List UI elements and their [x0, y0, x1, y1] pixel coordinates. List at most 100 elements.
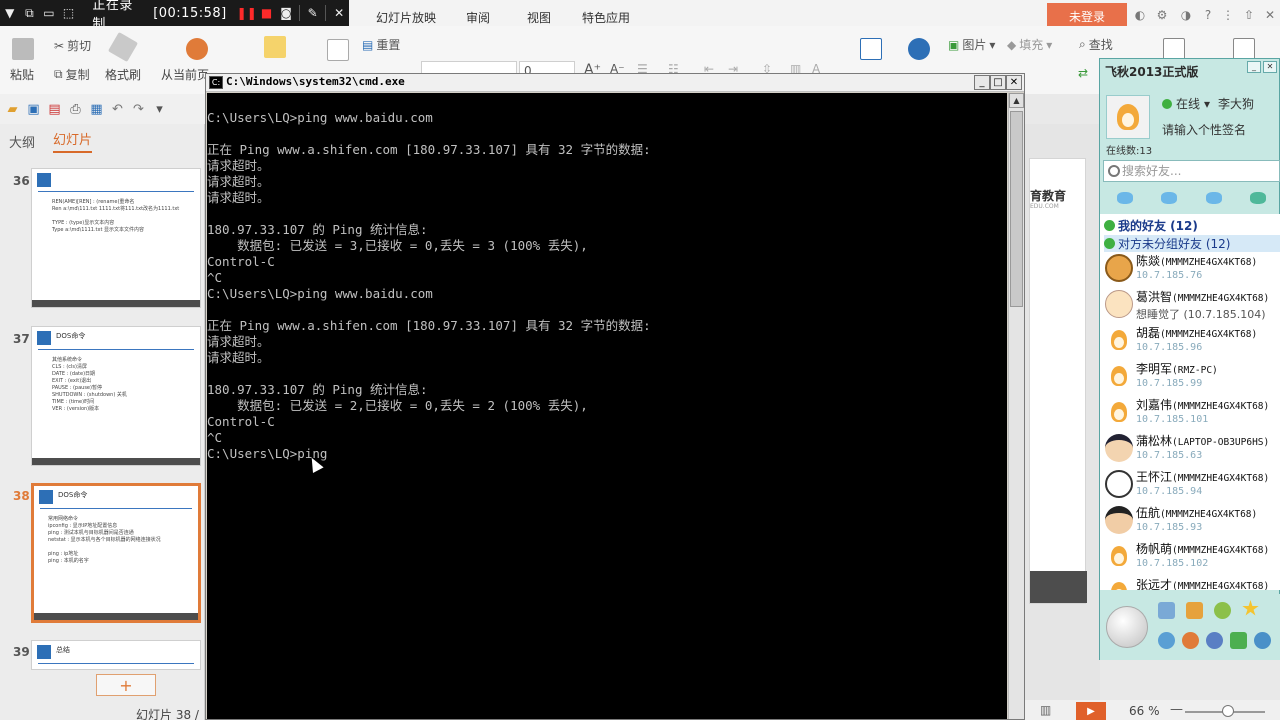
shapes-icon[interactable] [908, 38, 930, 60]
star-icon[interactable] [1242, 600, 1259, 616]
scroll-thumb[interactable] [1010, 111, 1023, 307]
add-slide-button[interactable]: + [96, 674, 156, 696]
tab-special[interactable]: 特色应用 [582, 9, 630, 26]
print-preview-icon[interactable]: ▤ [46, 101, 63, 118]
slide-thumbnail-39[interactable]: 总结 [31, 640, 201, 670]
export-icon[interactable]: ▦ [88, 101, 105, 118]
cmd-console[interactable]: C:\Users\LQ>ping www.baidu.com 正在 Ping w… [207, 93, 1007, 719]
select-pane-icon[interactable] [1163, 38, 1185, 60]
menu-arrow-icon[interactable]: ▼ [0, 0, 20, 26]
friend-item[interactable]: 王怀江(MMMMZHE4GX4KT68) 10.7.185.94 [1100, 467, 1280, 503]
help-icon[interactable]: ? [1200, 7, 1216, 23]
new-slide-icon[interactable] [264, 36, 286, 58]
copy-button[interactable]: ⧉ 复制 [54, 66, 90, 83]
group-chat-icon[interactable] [1161, 192, 1178, 204]
friend-item[interactable]: 蒲松林(LAPTOP-OB3UP6HS) 10.7.185.63 [1100, 431, 1280, 467]
close-icon[interactable]: ✕ [329, 0, 349, 26]
play-slideshow-button[interactable]: ▶ [1076, 702, 1106, 720]
dropdown-icon[interactable]: ▾ [151, 101, 168, 118]
notes-icon[interactable] [1233, 38, 1255, 60]
friend-item[interactable]: 李明军(RMZ-PC) 10.7.185.99 [1100, 359, 1280, 395]
signature-field[interactable]: 请输入个性签名 [1162, 121, 1246, 138]
cmd-minimize-button[interactable]: _ [974, 75, 990, 90]
from-current-button[interactable]: 从当前页 [161, 66, 209, 83]
cmd-close-button[interactable]: ✕ [1006, 75, 1022, 90]
open-icon[interactable]: ▰ [4, 101, 21, 118]
textbox-icon[interactable] [860, 38, 882, 60]
slide-thumbnail-37[interactable]: DOS命令 其他系统命令 CLS : (cls)清屏 DATE : (date)… [31, 326, 201, 466]
tab-outline[interactable]: 大纲 [9, 132, 35, 151]
cmd-maximize-button[interactable]: □ [990, 75, 1006, 90]
redo-icon[interactable]: ↷ [130, 101, 147, 118]
search-icon[interactable] [1254, 632, 1271, 649]
save-icon[interactable]: ▣ [25, 101, 42, 118]
group-my-friends[interactable]: 我的好友 (12) [1104, 217, 1198, 234]
skin-icon[interactable]: ◐ [1132, 7, 1148, 23]
more-tab-icon[interactable] [1249, 192, 1266, 204]
cut-button[interactable]: ✂ 剪切 [54, 37, 91, 54]
calendar-icon[interactable] [1158, 602, 1175, 619]
users-icon[interactable] [1182, 632, 1199, 649]
group-ungrouped[interactable]: 对方未分组好友 (12) [1104, 235, 1280, 252]
friend-ip: 10.7.185.101 [1136, 414, 1209, 425]
paste-icon[interactable] [12, 38, 34, 60]
paste-button[interactable]: 粘贴 [10, 66, 34, 83]
camera-icon[interactable]: ◙ [276, 0, 296, 26]
friend-item[interactable]: 刘嘉伟(MMMMZHE4GX4KT68) 10.7.185.101 [1100, 395, 1280, 431]
friend-search-input[interactable]: 搜索好友... [1103, 160, 1280, 182]
friend-item[interactable]: 胡磊(MMMMZHE4GX4KT68) 10.7.185.96 [1100, 323, 1280, 359]
friend-item[interactable]: 陈燚(MMMMZHE4GX4KT68) 10.7.185.76 [1100, 251, 1280, 287]
tab-slides[interactable]: 幻灯片 [53, 129, 93, 153]
more-icon[interactable]: ⋮ [1220, 7, 1236, 23]
cmd-window[interactable]: C: C:\Windows\system32\cmd.exe _ □ ✕ C:\… [205, 73, 1025, 720]
friend-item[interactable]: 杨帆萌(MMMMZHE4GX4KT68) 10.7.185.102 [1100, 539, 1280, 575]
chat-icon[interactable] [1117, 192, 1134, 204]
layout-icon[interactable] [327, 39, 349, 61]
tab-view[interactable]: 视图 [527, 9, 551, 26]
feiq-menu-button[interactable] [1106, 606, 1148, 648]
collapse-icon[interactable]: ⇧ [1241, 7, 1257, 23]
status-selector[interactable]: 在线 ▾ 李大狗 [1162, 95, 1254, 112]
zoom-out-button[interactable]: — [1170, 702, 1183, 717]
fill-button[interactable]: ◆ 填充 ▾ [1007, 36, 1052, 53]
settings-icon[interactable]: ⚙ [1154, 7, 1170, 23]
find-button[interactable]: ⌕ 查找 [1079, 36, 1113, 53]
undo-icon[interactable]: ↶ [109, 101, 126, 118]
tab-slideshow[interactable]: 幻灯片放映 [376, 9, 436, 26]
pause-icon[interactable]: ❚❚ [237, 0, 257, 26]
slide-thumbnail-38[interactable]: DOS命令 常用网络命令 ipconfig : 显示IP地址配置信息 ping … [31, 483, 201, 623]
normal-view-icon[interactable]: ▥ [1040, 703, 1051, 717]
tab-review[interactable]: 审阅 [466, 9, 490, 26]
minimize-icon[interactable]: ▭ [39, 0, 59, 26]
window-close-icon[interactable]: ✕ [1262, 7, 1278, 23]
feiq-minimize-button[interactable]: _ [1247, 61, 1261, 73]
plugin-icon[interactable] [1214, 602, 1231, 619]
friend-item[interactable]: 伍航(MMMMZHE4GX4KT68) 10.7.185.93 [1100, 503, 1280, 539]
scroll-up-icon[interactable]: ▲ [1009, 93, 1024, 108]
share-icon[interactable]: ◑ [1178, 7, 1194, 23]
region-icon[interactable]: ⬚ [59, 0, 79, 26]
my-avatar[interactable] [1106, 95, 1150, 139]
friend-item[interactable]: 张远才(MMMMZHE4GX4KT68) [1100, 575, 1280, 590]
stop-icon[interactable]: ■ [257, 0, 277, 26]
refresh-icon[interactable] [1158, 632, 1175, 649]
folder-icon[interactable] [1186, 602, 1203, 619]
friend-item[interactable]: 葛洪智(MMMMZHE4GX4KT68) 想睡觉了 (10.7.185.104) [1100, 287, 1280, 323]
restore-icon[interactable]: ⧉ [20, 0, 40, 26]
print-icon[interactable]: ⎙ [67, 101, 84, 118]
feiq-close-button[interactable]: ✕ [1263, 61, 1277, 73]
format-painter-button[interactable]: 格式刷 [105, 66, 141, 83]
pen-icon[interactable]: ✎ [303, 0, 323, 26]
cmd-title-bar[interactable]: C: C:\Windows\system32\cmd.exe _ □ ✕ [206, 74, 1024, 92]
gear-icon[interactable] [1206, 632, 1223, 649]
replace-icon[interactable]: ⇄ [1078, 66, 1088, 80]
current-slide[interactable]: 育教育 EDU.COM [1029, 158, 1087, 604]
recent-icon[interactable] [1205, 192, 1222, 204]
brand-logo-text: 育教育 [1030, 189, 1067, 203]
cmd-scrollbar[interactable]: ▲ [1008, 93, 1024, 719]
reset-button[interactable]: ▤ 重置 [362, 36, 400, 53]
zoom-slider-handle[interactable] [1222, 705, 1234, 717]
add-friend-icon[interactable] [1230, 632, 1247, 649]
picture-button[interactable]: ▣ 图片 ▾ [948, 36, 995, 53]
slide-thumbnail-36[interactable]: REN(AME)[REN] : (rename)重命名 Ren a:\md\11… [31, 168, 201, 308]
